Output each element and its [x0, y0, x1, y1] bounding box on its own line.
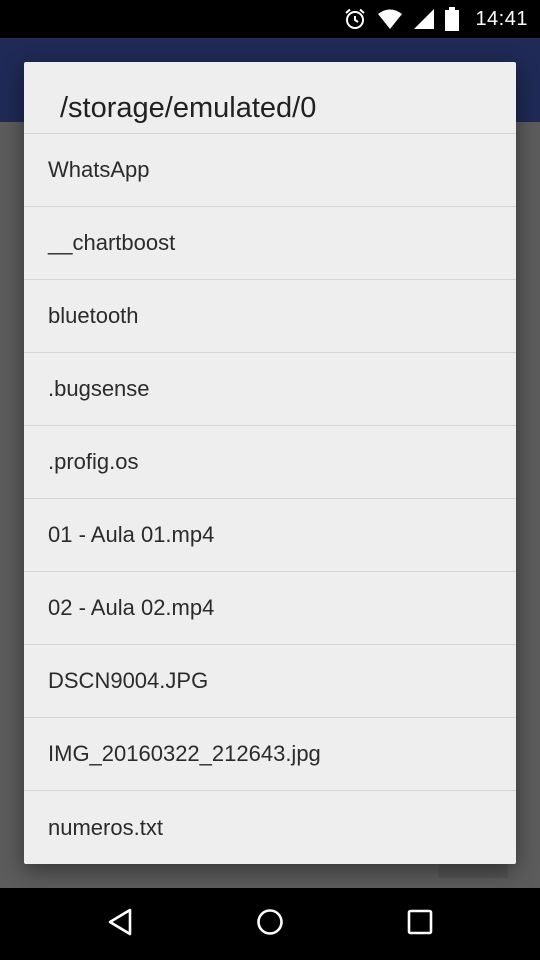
battery-icon	[445, 7, 460, 31]
dialog-title: /storage/emulated/0	[24, 62, 516, 134]
back-button[interactable]	[104, 908, 136, 940]
signal-icon	[413, 8, 435, 30]
status-time: 14:41	[475, 7, 528, 30]
file-item-chartboost[interactable]: __chartboost	[24, 207, 516, 280]
home-button[interactable]	[254, 908, 286, 940]
file-item-aula-01[interactable]: 01 - Aula 01.mp4	[24, 499, 516, 572]
wifi-icon	[377, 8, 403, 30]
status-icons: 14:41	[343, 0, 528, 38]
file-list: WhatsApp __chartboost bluetooth .bugsens…	[24, 134, 516, 864]
file-item-whatsapp[interactable]: WhatsApp	[24, 134, 516, 207]
file-item-bugsense[interactable]: .bugsense	[24, 353, 516, 426]
file-item-dscn9004[interactable]: DSCN9004.JPG	[24, 645, 516, 718]
file-item-bluetooth[interactable]: bluetooth	[24, 280, 516, 353]
recents-icon	[406, 908, 434, 941]
file-item-numeros[interactable]: numeros.txt	[24, 791, 516, 864]
back-icon	[106, 907, 134, 942]
file-item-profig[interactable]: .profig.os	[24, 426, 516, 499]
file-item-img-20160322[interactable]: IMG_20160322_212643.jpg	[24, 718, 516, 791]
status-bar: 14:41	[0, 0, 540, 38]
file-item-aula-02[interactable]: 02 - Aula 02.mp4	[24, 572, 516, 645]
recents-button[interactable]	[404, 908, 436, 940]
home-icon	[255, 907, 285, 942]
file-chooser-dialog: /storage/emulated/0 WhatsApp __chartboos…	[24, 62, 516, 864]
navigation-bar	[0, 888, 540, 960]
alarm-icon	[343, 7, 367, 31]
